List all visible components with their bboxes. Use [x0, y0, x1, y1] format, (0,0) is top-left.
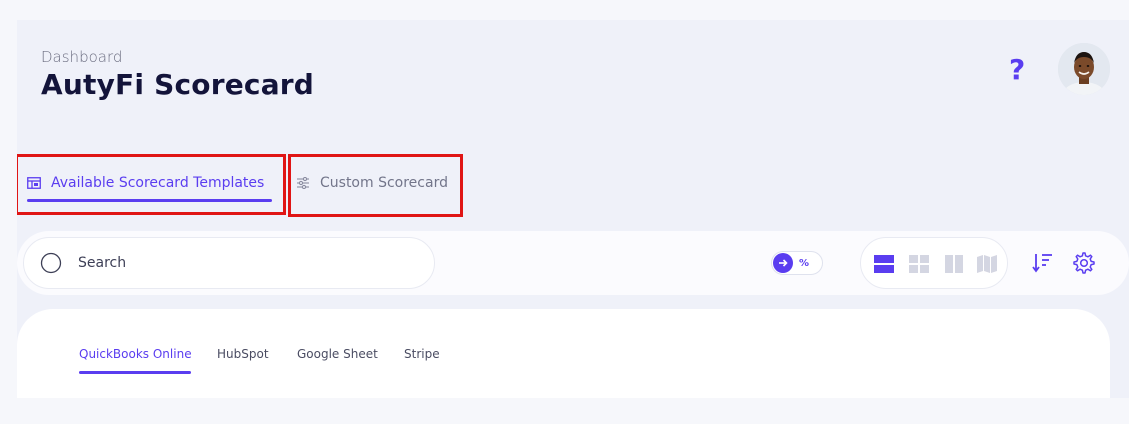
percent-label: % — [799, 257, 810, 269]
sort-icon[interactable] — [1031, 251, 1055, 275]
tab-custom-scorecard[interactable]: Custom Scorecard — [296, 175, 448, 191]
tab-available-label: Available Scorecard Templates — [51, 175, 265, 191]
toolbar: % — [17, 231, 1129, 295]
search-icon — [40, 252, 62, 274]
arrow-right-icon — [773, 253, 793, 273]
active-tab-underline — [27, 199, 272, 202]
sliders-icon — [297, 177, 309, 189]
breadcrumb: Dashboard — [41, 48, 123, 66]
tab-available-templates[interactable]: Available Scorecard Templates — [27, 175, 264, 191]
list-view-icon[interactable] — [873, 253, 895, 275]
page-title: AutyFi Scorecard — [41, 68, 315, 101]
tab-custom-label: Custom Scorecard — [320, 175, 448, 191]
grid-view-icon[interactable] — [908, 253, 930, 275]
help-button[interactable]: ? — [1009, 53, 1025, 86]
tab-google-sheet[interactable]: Google Sheet — [297, 347, 378, 361]
template-icon — [27, 177, 41, 189]
columns-view-icon[interactable] — [943, 253, 965, 275]
integration-card: QuickBooks Online HubSpot Google Sheet S… — [17, 309, 1110, 398]
settings-gear-icon[interactable] — [1072, 251, 1096, 275]
tab-quickbooks-online[interactable]: QuickBooks Online — [79, 347, 192, 361]
map-view-icon[interactable] — [976, 253, 998, 275]
search-box[interactable] — [23, 237, 435, 289]
tab-hubspot[interactable]: HubSpot — [217, 347, 269, 361]
percent-toggle[interactable]: % — [771, 251, 823, 275]
tab-stripe[interactable]: Stripe — [404, 347, 440, 361]
search-input[interactable] — [76, 254, 380, 272]
avatar[interactable] — [1058, 43, 1110, 95]
user-avatar-image — [1058, 43, 1110, 95]
view-switcher — [860, 237, 1008, 289]
app-frame: Dashboard AutyFi Scorecard ? Available S… — [17, 20, 1129, 398]
integration-tab-underline — [79, 371, 191, 374]
